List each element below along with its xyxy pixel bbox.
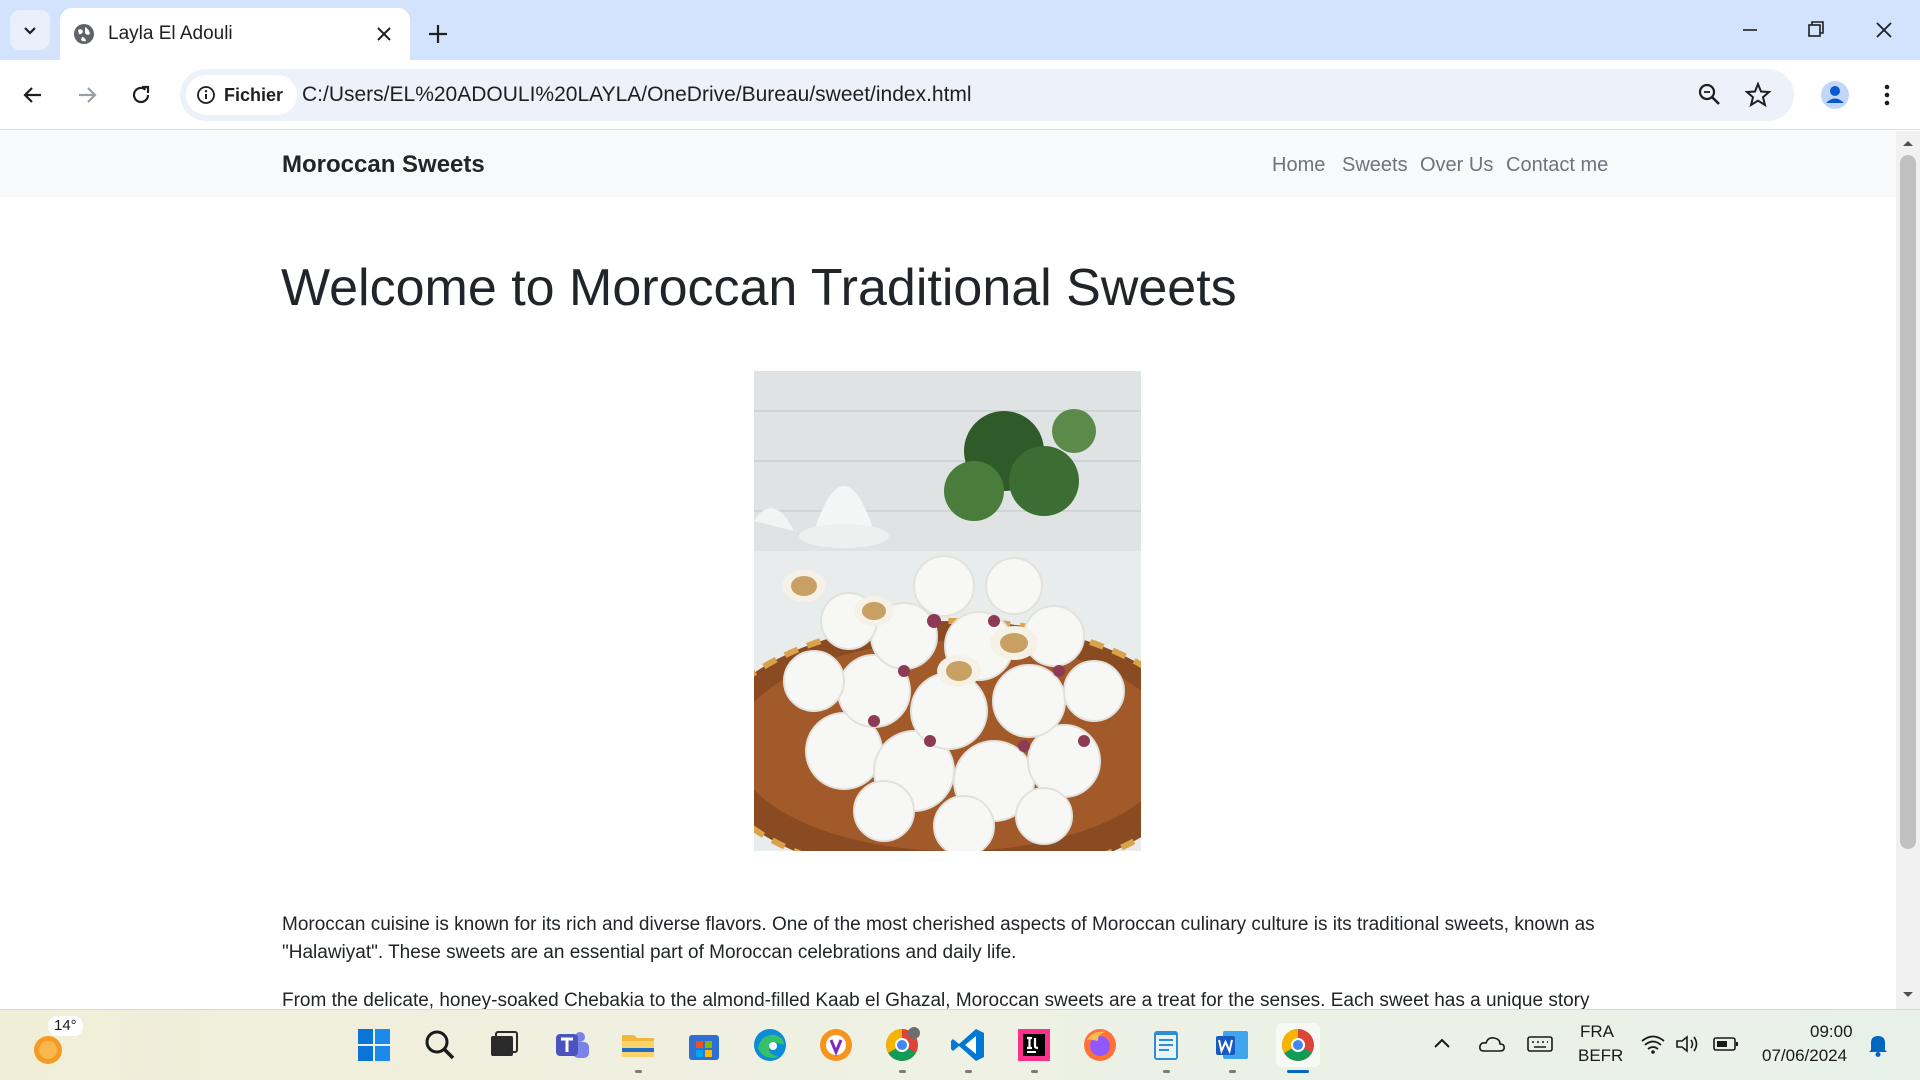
sweets-paragraph: From the delicate, honey-soaked Chebakia… [282, 990, 1590, 1009]
volume-icon[interactable] [1674, 1032, 1700, 1056]
teams-logo-icon [556, 1032, 589, 1058]
language-indicator[interactable]: FRA [1580, 1022, 1614, 1042]
new-tab-button[interactable] [420, 16, 456, 52]
profile-avatar-icon[interactable] [1816, 76, 1854, 114]
url-text[interactable]: C:/Users/EL%20ADOULI%20LAYLA/OneDrive/Bu… [302, 83, 972, 107]
nav-link-contact[interactable]: Contact me [1506, 153, 1608, 177]
notepad-logo-icon [1154, 1031, 1178, 1060]
site-info-label: Fichier [224, 84, 284, 105]
back-arrow-icon[interactable] [14, 76, 52, 114]
nav-link-over-us[interactable]: Over Us [1420, 153, 1493, 177]
store-bag-icon [689, 1035, 719, 1060]
intro-paragraph: Moroccan cuisine is known for its rich a… [282, 914, 1595, 963]
sweets-plate-image [754, 371, 1141, 851]
task-view-glyph-icon [491, 1031, 518, 1056]
browser-tab-strip: Layla El Adouli [0, 0, 1920, 60]
bookmark-star-icon[interactable] [1744, 81, 1772, 109]
chrome-logo-icon [886, 1027, 920, 1061]
edge-logo-icon [754, 1029, 786, 1061]
taskbar-search-icon[interactable] [418, 1023, 462, 1067]
nav-link-sweets[interactable]: Sweets [1342, 153, 1408, 177]
tray-chevron-up-icon[interactable] [1430, 1032, 1454, 1056]
windows-logo-icon [358, 1029, 390, 1061]
address-bar[interactable]: Fichier C:/Users/EL%20ADOULI%20LAYLA/One… [180, 69, 1794, 121]
clock-time[interactable]: 09:00 [1810, 1022, 1853, 1042]
scroll-up-arrow-icon[interactable] [1896, 135, 1920, 151]
minimize-icon[interactable] [1730, 8, 1770, 52]
firefox-icon[interactable] [1078, 1023, 1122, 1067]
start-icon[interactable] [352, 1023, 396, 1067]
avast-logo-icon [820, 1029, 852, 1061]
task-view-icon[interactable] [482, 1023, 526, 1067]
wifi-icon[interactable] [1640, 1032, 1666, 1056]
hero-image [754, 371, 1141, 851]
chrome-active-logo-icon [1282, 1029, 1314, 1061]
chevron-down-icon [24, 27, 36, 35]
chrome-profile-icon[interactable] [880, 1023, 924, 1073]
page-viewport: Moroccan Sweets Home Sweets Over Us Cont… [0, 131, 1896, 1009]
windows-taskbar: 14° FRA BEFR 09:00 07/06/2024 [0, 1009, 1920, 1080]
teams-icon[interactable] [550, 1023, 594, 1067]
notepad-icon[interactable] [1144, 1023, 1188, 1073]
firefox-logo-icon [1084, 1029, 1116, 1061]
store-icon[interactable] [682, 1023, 726, 1067]
folder-icon [622, 1035, 654, 1057]
vscode-logo-icon [951, 1029, 984, 1061]
scroll-down-arrow-icon[interactable] [1896, 987, 1920, 1003]
intellij-icon[interactable] [1012, 1023, 1056, 1073]
chrome-icon[interactable] [1276, 1023, 1320, 1073]
avast-browser-icon[interactable] [814, 1023, 858, 1067]
window-close-icon[interactable] [1864, 8, 1904, 52]
notification-bell-icon[interactable] [1866, 1032, 1890, 1058]
clock-date[interactable]: 07/06/2024 [1762, 1046, 1847, 1066]
vscode-icon[interactable] [946, 1023, 990, 1073]
navbar-brand[interactable]: Moroccan Sweets [282, 151, 485, 179]
globe-icon [74, 24, 94, 44]
battery-icon[interactable] [1712, 1032, 1740, 1056]
browser-toolbar: Fichier C:/Users/EL%20ADOULI%20LAYLA/One… [0, 60, 1920, 130]
magnifier-icon [425, 1030, 455, 1060]
onedrive-cloud-icon[interactable] [1478, 1032, 1506, 1056]
close-icon[interactable] [372, 22, 396, 46]
file-explorer-icon[interactable] [616, 1023, 660, 1073]
word-icon[interactable] [1210, 1023, 1254, 1073]
site-info-chip[interactable]: Fichier [186, 75, 298, 115]
zoom-icon[interactable] [1696, 81, 1724, 109]
keyboard-layout-indicator[interactable]: BEFR [1578, 1046, 1623, 1066]
tab-search-button[interactable] [10, 10, 50, 50]
reload-icon[interactable] [122, 76, 160, 114]
page-scrollbar[interactable] [1896, 131, 1920, 1009]
info-icon [197, 86, 215, 104]
keyboard-icon[interactable] [1526, 1032, 1554, 1056]
nav-link-home[interactable]: Home [1272, 153, 1325, 177]
word-logo-icon [1216, 1031, 1248, 1059]
edge-icon[interactable] [748, 1023, 792, 1067]
kebab-menu-icon[interactable] [1868, 76, 1906, 114]
active-tab[interactable]: Layla El Adouli [60, 8, 410, 60]
weather-temperature[interactable]: 14° [48, 1016, 83, 1036]
restore-icon[interactable] [1796, 8, 1836, 52]
page-title: Welcome to Moroccan Traditional Sweets [281, 259, 1237, 317]
tab-title: Layla El Adouli [108, 23, 233, 44]
site-navbar: Moroccan Sweets Home Sweets Over Us Cont… [0, 131, 1896, 197]
intellij-logo-icon [1018, 1029, 1050, 1061]
scrollbar-thumb[interactable] [1900, 155, 1916, 849]
forward-arrow-icon[interactable] [68, 76, 106, 114]
